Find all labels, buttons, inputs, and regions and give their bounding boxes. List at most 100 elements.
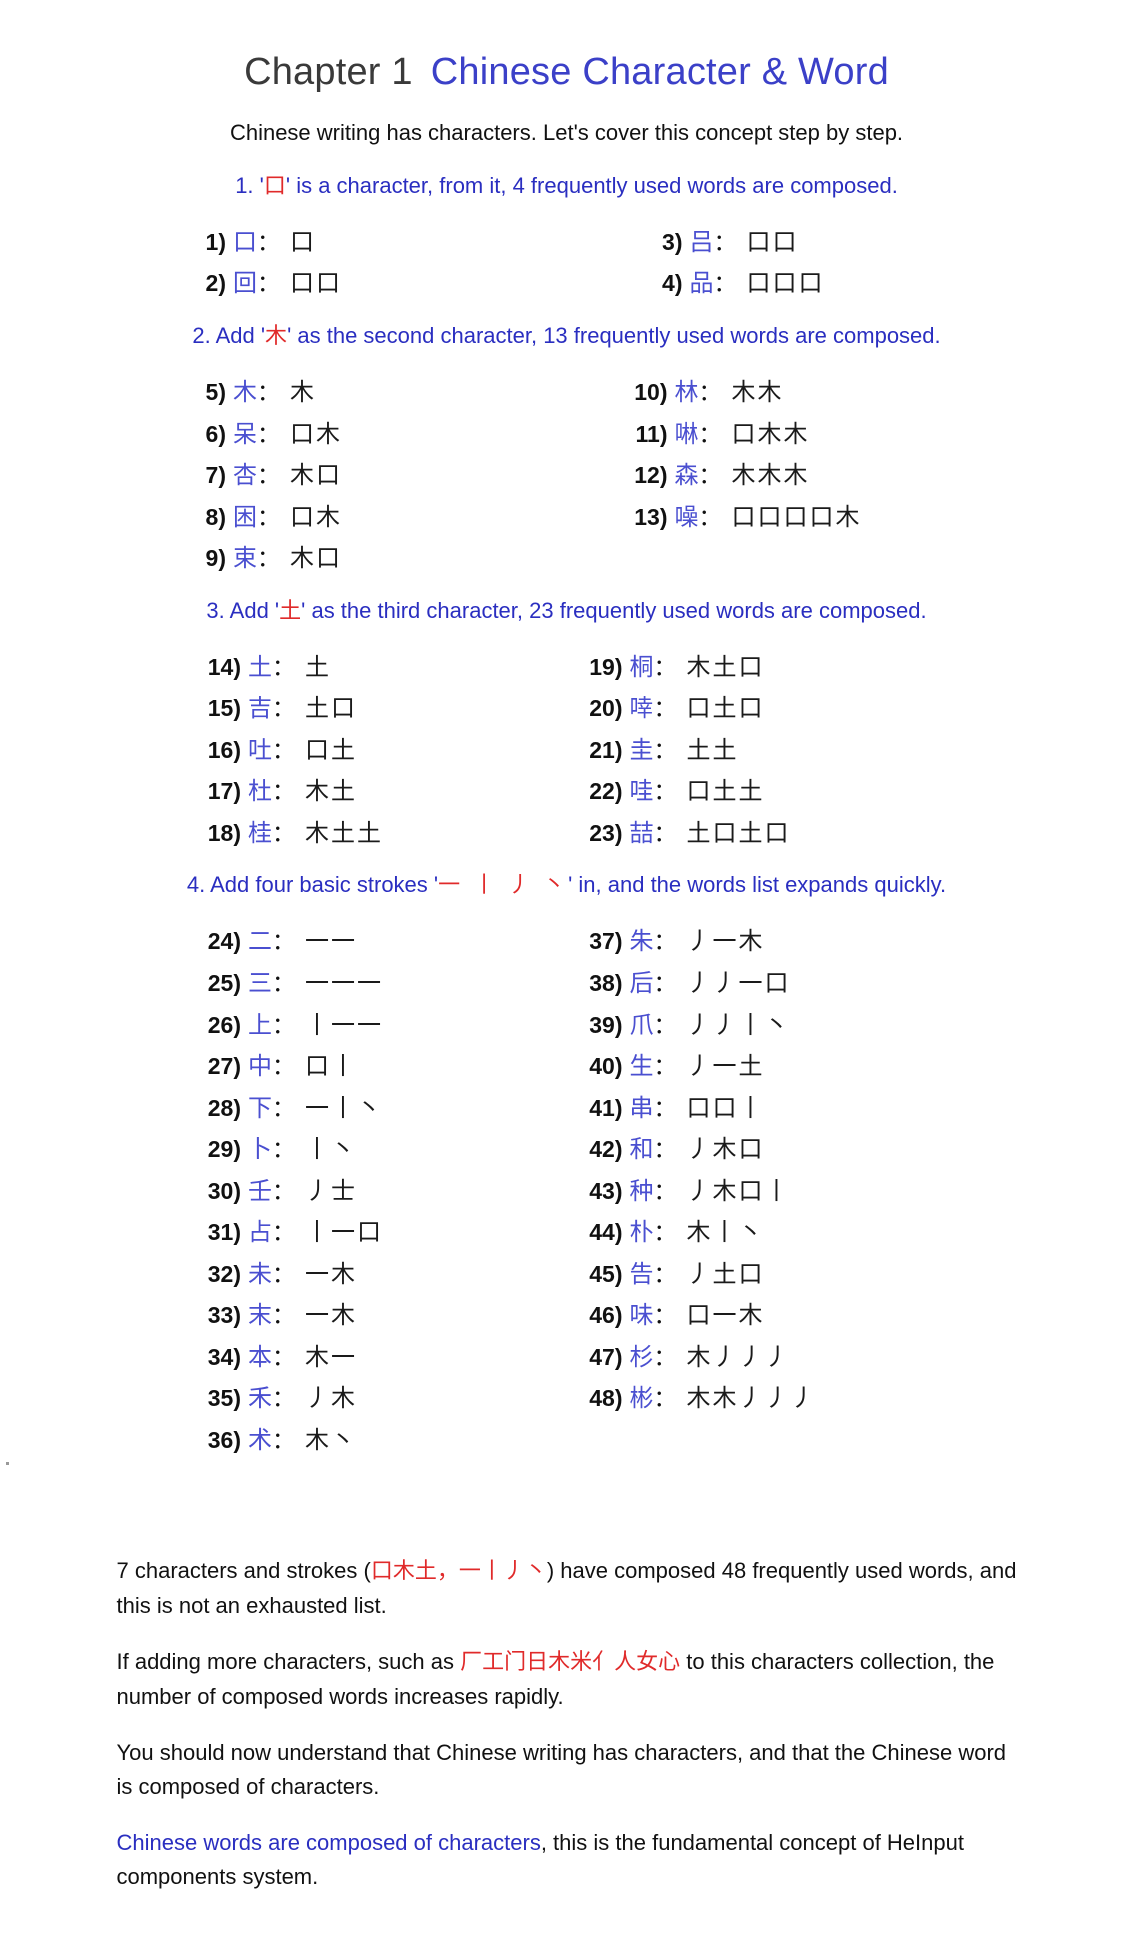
entry-word: 啉: [675, 414, 699, 455]
conclusion-paragraph: Chinese words are composed of characters…: [117, 1826, 1017, 1894]
entry-colon: ：: [272, 1007, 295, 1047]
entry-colon: ：: [654, 923, 677, 963]
entry-parts: 土土: [687, 730, 739, 771]
entry-number: 34): [195, 1338, 241, 1378]
entry-word: 吉: [248, 688, 272, 729]
entry-colon: ：: [654, 690, 677, 730]
entry-number: 5): [180, 373, 226, 413]
entry-parts: 木土口: [687, 647, 765, 688]
entry-number: 39): [577, 1006, 623, 1046]
entry-number: 45): [577, 1255, 623, 1295]
page-title: Chapter 1Chinese Character & Word: [0, 25, 1133, 94]
section-1-heading-suffix: ' is a character, from it, 4 frequently …: [286, 173, 898, 198]
entry-colon: ：: [654, 1297, 677, 1337]
entry-word: 中: [248, 1046, 272, 1087]
entry-21: 21)圭：土土: [577, 730, 739, 772]
entry-parts: 丿木: [305, 1378, 357, 1419]
section-2-heading-prefix: 2. Add ': [192, 323, 265, 348]
section-1: 1. '口' is a character, from it, 4 freque…: [0, 168, 1133, 305]
entry-parts: 口土口: [687, 688, 765, 729]
entry-word: 末: [248, 1295, 272, 1336]
entry-colon: ：: [699, 374, 722, 414]
entry-17: 17)杜：木土: [195, 771, 357, 813]
entry-7: 7)杏：木口: [180, 455, 342, 497]
entry-word: 品: [690, 263, 714, 304]
entry-parts: 木木: [732, 372, 784, 413]
entry-number: 6): [180, 415, 226, 455]
entry-number: 7): [180, 456, 226, 496]
entry-43: 43)种：丿木口丨: [577, 1171, 791, 1213]
entry-number: 44): [577, 1213, 623, 1253]
entry-number: 20): [577, 689, 623, 729]
entry-parts: 木一: [305, 1337, 357, 1378]
entry-number: 40): [577, 1047, 623, 1087]
entry-word: 束: [233, 538, 257, 579]
entry-word: 和: [630, 1129, 654, 1170]
section-1-right-column: 3)吕：口口 4)品：口口口: [567, 222, 1133, 305]
entry-parts: 丿木口: [687, 1129, 765, 1170]
entry-number: 32): [195, 1255, 241, 1295]
understanding-paragraph: You should now understand that Chinese w…: [117, 1736, 1017, 1804]
entry-46: 46)味：口一木: [577, 1295, 765, 1337]
entry-word: 告: [630, 1254, 654, 1295]
entry-6: 6)呆：口木: [180, 414, 342, 456]
entry-colon: ：: [272, 1131, 295, 1171]
entry-word: 杉: [630, 1337, 654, 1378]
entry-number: 11): [622, 415, 668, 455]
entry-word: 壬: [248, 1171, 272, 1212]
entry-3: 3)吕：口口: [637, 222, 799, 264]
section-3-heading-prefix: 3. Add ': [206, 598, 279, 623]
entry-1: 1)口：口: [180, 222, 316, 264]
entry-number: 4): [637, 264, 683, 304]
entry-colon: ：: [654, 1090, 677, 1130]
entry-8: 8)困：口木: [180, 497, 342, 539]
entry-36: 36)术：木丶: [195, 1420, 357, 1462]
entry-parts: 一木: [305, 1254, 357, 1295]
entry-parts: 土: [305, 647, 331, 688]
entry-32: 32)未：一木: [195, 1254, 357, 1296]
section-3-heading: 3. Add '土' as the third character, 23 fr…: [0, 593, 1133, 625]
entry-parts: 丿丿丨丶: [687, 1005, 791, 1046]
entry-word: 禾: [248, 1378, 272, 1419]
entry-colon: ：: [654, 1048, 677, 1088]
entry-word: 吕: [690, 222, 714, 263]
entry-parts: 丨丶: [305, 1129, 357, 1170]
entry-number: 38): [577, 964, 623, 1004]
entry-word: 下: [248, 1088, 272, 1129]
section-2-heading: 2. Add '木' as the second character, 13 f…: [0, 318, 1133, 350]
entry-18: 18)桂：木土土: [195, 813, 383, 855]
entry-colon: ：: [654, 649, 677, 689]
entry-47: 47)杉：木丿丿丿: [577, 1337, 791, 1379]
entry-word: 林: [675, 372, 699, 413]
entry-word: 困: [233, 497, 257, 538]
entry-parts: 一一一: [305, 963, 383, 1004]
entry-parts: 土口土口: [687, 813, 791, 854]
entry-colon: ：: [272, 923, 295, 963]
section-3-heading-suffix: ' as the third character, 23 frequently …: [301, 598, 926, 623]
entry-9: 9)束：木口: [180, 538, 342, 580]
section-1-heading: 1. '口' is a character, from it, 4 freque…: [0, 168, 1133, 200]
entry-word: 卜: [248, 1129, 272, 1170]
section-4-heading: 4. Add four basic strokes '一 丨 丿 丶' in, …: [0, 867, 1133, 899]
entry-parts: 土口: [305, 688, 357, 729]
entry-number: 30): [195, 1172, 241, 1212]
entry-parts: 口土: [305, 730, 357, 771]
entry-word: 哇: [630, 771, 654, 812]
entry-parts: 木木木: [732, 455, 810, 496]
section-2-left-column: 5)木：木 6)呆：口木 7)杏：木口 8)困：口木 9)束：木口: [0, 372, 567, 580]
entry-30: 30)壬：丿士: [195, 1171, 357, 1213]
entry-parts: 丿一土: [687, 1046, 765, 1087]
entry-word: 爪: [630, 1005, 654, 1046]
entry-colon: ：: [654, 1007, 677, 1047]
entry-word: 串: [630, 1088, 654, 1129]
conclusion-emphasis: Chinese words are composed of characters: [117, 1830, 541, 1855]
section-4-highlight-strokes: 一 丨 丿 丶: [438, 873, 568, 898]
entry-38: 38)后：丿丿一口: [577, 963, 791, 1005]
entry-colon: ：: [272, 1173, 295, 1213]
entry-colon: ：: [272, 1380, 295, 1420]
entry-word: 噪: [675, 497, 699, 538]
entry-42: 42)和：丿木口: [577, 1129, 765, 1171]
entry-parts: 口: [290, 222, 316, 263]
entry-4: 4)品：口口口: [637, 263, 825, 305]
entry-parts: 木丿丿丿: [687, 1337, 791, 1378]
